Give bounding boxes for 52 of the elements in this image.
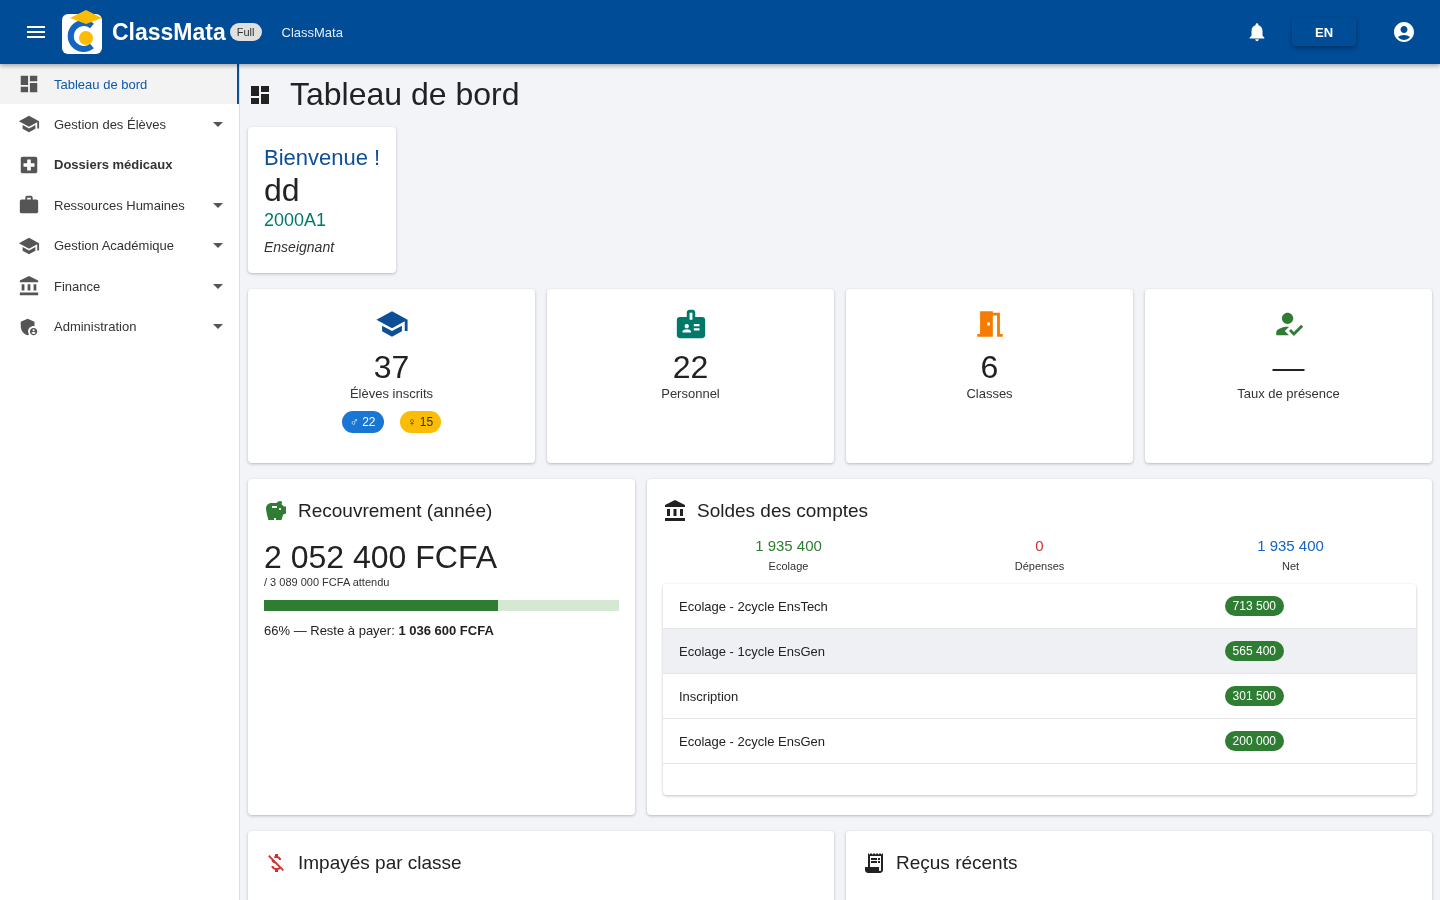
language-button[interactable]: EN xyxy=(1292,18,1356,46)
summary-label: Ecolage xyxy=(767,560,810,573)
stat-value: — xyxy=(1272,349,1305,387)
account-button[interactable] xyxy=(1392,20,1416,44)
bank-icon xyxy=(18,275,40,298)
stat-value: 6 xyxy=(980,349,999,387)
caret-icon xyxy=(213,283,223,289)
user-name: dd xyxy=(264,173,301,209)
remaining-note: 66% — Reste à payer: 1 036 600 FCFA xyxy=(264,623,495,639)
stat-label: Taux de présence xyxy=(1237,386,1340,402)
expected-amount: / 3 089 000 FCFA attendu xyxy=(264,576,391,589)
card-title: Recouvrement (année) xyxy=(298,500,493,523)
caret-icon xyxy=(213,121,223,127)
caret-icon xyxy=(213,202,223,208)
amount-badge: 200 000 xyxy=(1224,731,1284,752)
account-name: Ecolage - 1cycle EnsGen xyxy=(679,643,826,659)
caret-icon xyxy=(213,324,223,330)
summary-label: Net xyxy=(1280,560,1301,573)
gender-count-badge: ♂ 22 xyxy=(341,411,384,434)
card-title: Reçus récents xyxy=(896,852,1018,875)
stat-label: Classes xyxy=(966,386,1013,402)
dashboard-icon xyxy=(18,73,40,95)
summary-value: 0 xyxy=(1034,537,1045,555)
app-subtitle: ClassMata xyxy=(281,24,343,40)
amount-badge: 301 500 xyxy=(1224,686,1284,707)
summary-label: Dépenses xyxy=(1013,560,1066,573)
recovered-amount: 2 052 400 FCFA xyxy=(264,539,499,577)
receipt-icon xyxy=(862,851,886,876)
sidebar-item[interactable]: Tableau de bord xyxy=(0,64,239,104)
brand-name: ClassMata xyxy=(112,18,226,46)
stat-value: 22 xyxy=(672,349,709,387)
gender-count-badge: ♀ 15 xyxy=(399,411,442,434)
account-name: Ecolage - 2cycle EnsGen xyxy=(679,733,826,749)
caret-icon xyxy=(213,243,223,249)
summary-value: 1 935 400 xyxy=(1256,537,1325,555)
amount-badge: 713 500 xyxy=(1224,596,1284,617)
user-code: 2000A1 xyxy=(264,210,328,232)
card-title: Soldes des comptes xyxy=(697,500,869,523)
page-title: Tableau de bord xyxy=(290,76,520,113)
stat-label: Personnel xyxy=(661,386,720,402)
welcome-greeting: Bienvenue ! xyxy=(264,145,381,171)
stat-label: Élèves inscrits xyxy=(349,386,434,402)
logo-icon xyxy=(62,10,102,54)
summary-value: 1 935 400 xyxy=(754,537,823,555)
stat-value: 37 xyxy=(373,349,410,386)
amount-badge: 565 400 xyxy=(1224,641,1284,662)
plan-badge: Full xyxy=(229,23,262,41)
account-name: Inscription xyxy=(679,688,740,704)
user-role: Enseignant xyxy=(264,239,336,256)
card-title: Impayés par classe xyxy=(298,852,462,875)
account-name: Ecolage - 2cycle EnsTech xyxy=(679,598,829,614)
bank-icon xyxy=(663,499,687,524)
